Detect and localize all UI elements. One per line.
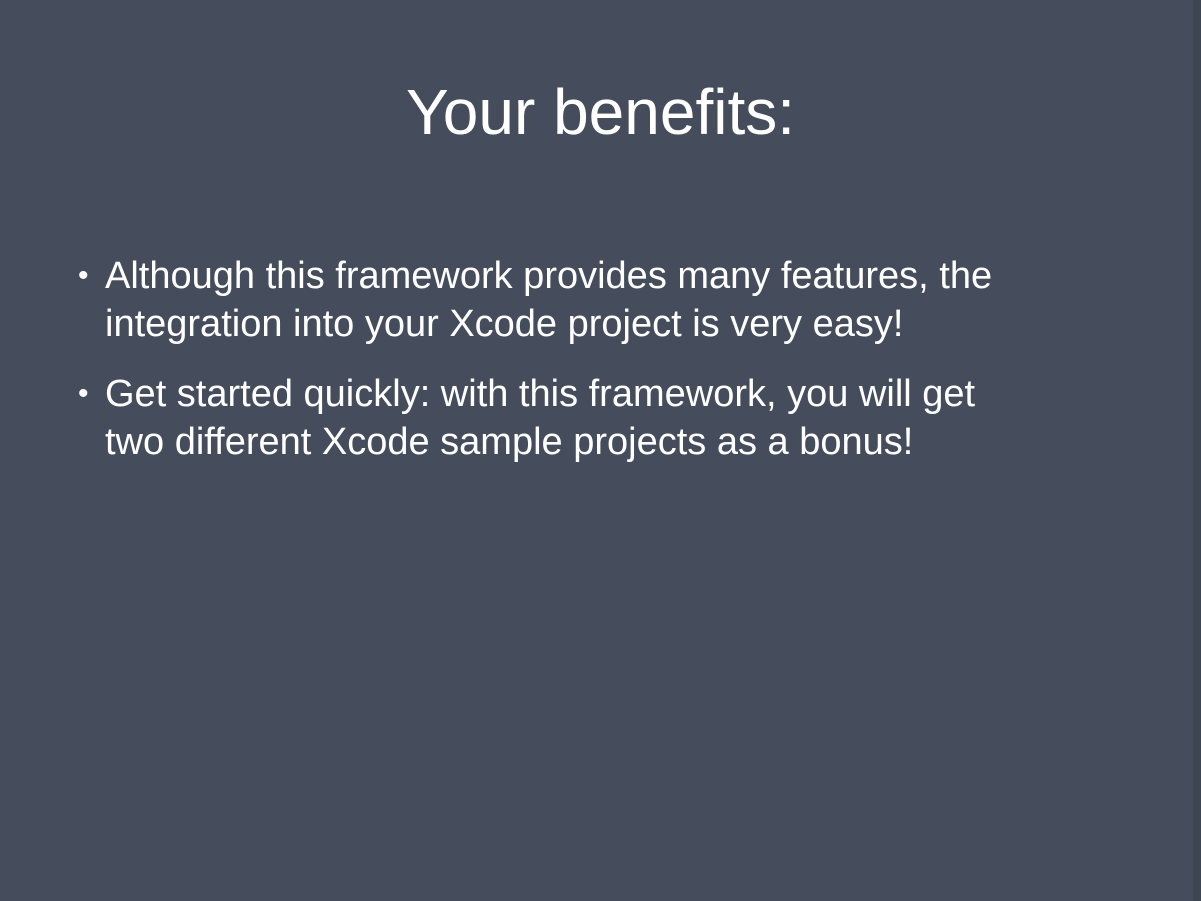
window-edge (1193, 0, 1201, 901)
bullet-icon: • (78, 377, 89, 410)
slide-title: Your benefits: (405, 76, 796, 148)
bullet-list: • Although this framework provides many … (78, 252, 1118, 488)
bullet-line: two different Xcode sample projects as a… (105, 421, 914, 463)
bullet-line: Get started quickly: with this framework… (105, 373, 976, 415)
bullet-line: integration into your Xcode project is v… (105, 303, 904, 345)
bullet-icon: • (78, 259, 89, 292)
bullet-line: Although this framework provides many fe… (105, 255, 993, 297)
bullet-item: • Get started quickly: with this framewo… (78, 370, 1118, 466)
bullet-item: • Although this framework provides many … (78, 252, 1118, 348)
slide: Your benefits: • Although this framework… (0, 0, 1193, 901)
